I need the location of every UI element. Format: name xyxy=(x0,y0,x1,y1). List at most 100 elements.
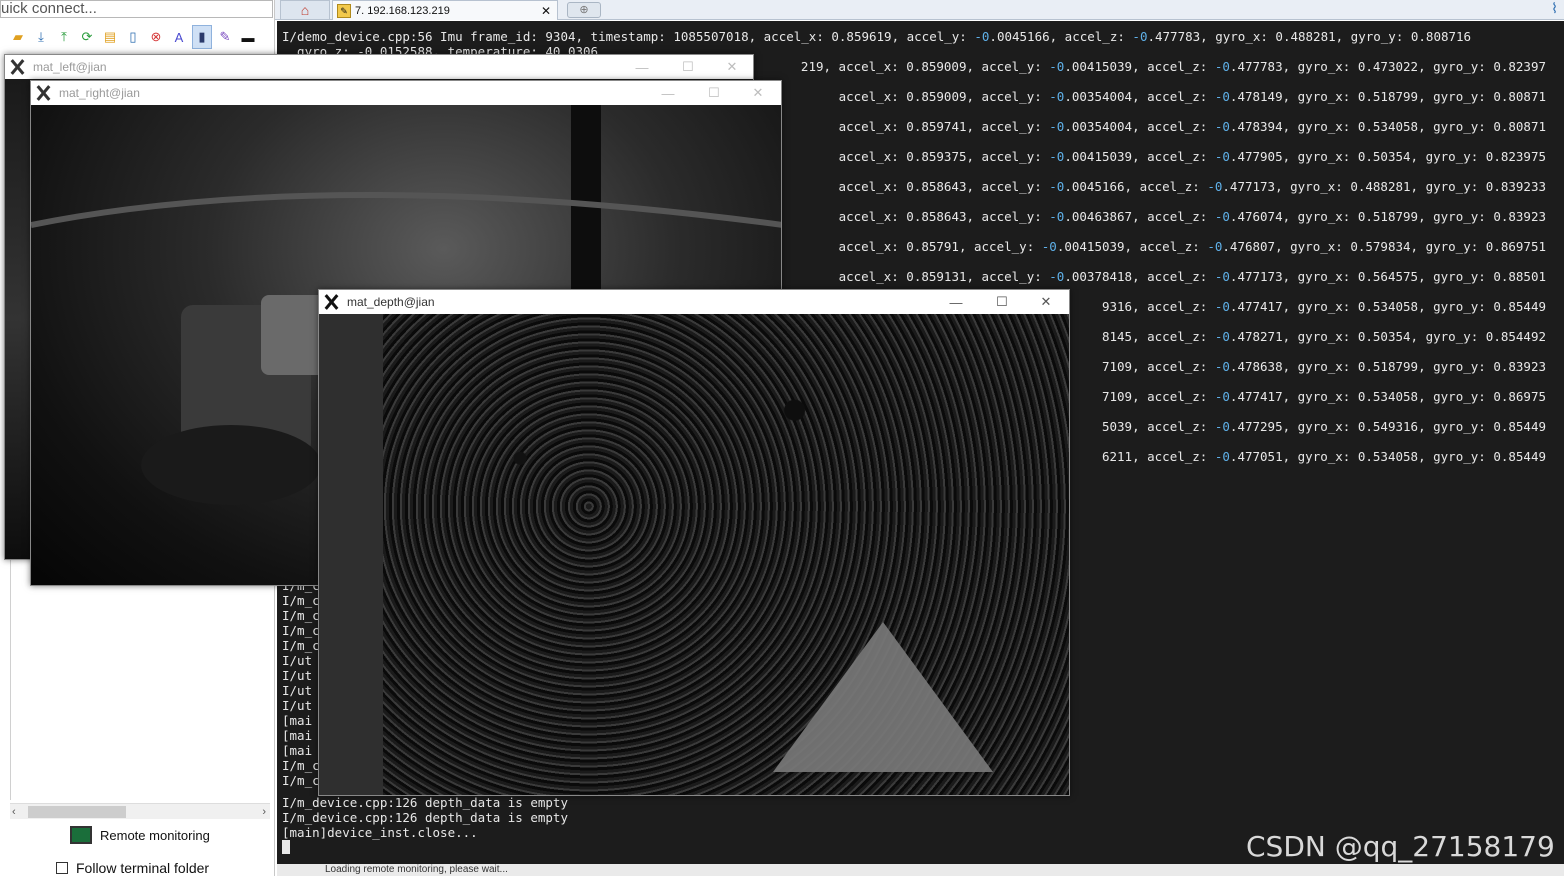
terminal-text: 219, accel_x: 0.859009, accel_y: xyxy=(800,59,1050,74)
terminal-text: I/ut xyxy=(282,668,313,683)
close-tab-icon[interactable]: ✕ xyxy=(541,4,551,18)
rename-icon[interactable]: A xyxy=(169,25,189,49)
remote-monitoring-label: Remote monitoring xyxy=(100,827,210,843)
terminal-text: accel_x: 0.85791, accel_y: xyxy=(838,239,1042,254)
quick-connect-input[interactable]: uick connect... xyxy=(0,0,273,18)
folder-icon[interactable]: ▰ xyxy=(8,25,28,49)
terminal-text: 9316, accel_z: xyxy=(1101,299,1215,314)
window-mat-depth[interactable]: mat_depth@jian — ☐ ✕ xyxy=(318,289,1070,796)
terminal-icon[interactable]: ▬ xyxy=(238,25,258,49)
terminal-text: I/ut xyxy=(282,698,313,713)
terminal-line: accel_x: 0.858643, accel_y: -0.00463867,… xyxy=(839,209,1546,224)
terminal-text: .00415039, accel_z: xyxy=(1064,59,1215,74)
minimize-button[interactable]: — xyxy=(933,290,979,314)
terminal-line: I/m_device.cpp:126 depth_data is empty xyxy=(282,810,568,825)
refresh-icon[interactable]: ⟳ xyxy=(77,25,97,49)
window-titlebar[interactable]: mat_left@jian — ☐ ✕ xyxy=(5,55,753,79)
checkbox-box[interactable] xyxy=(56,862,68,874)
terminal-text: .477173, gyro_x: 0.488281, gyro_y: 0.839… xyxy=(1222,179,1546,194)
maximize-button[interactable]: ☐ xyxy=(979,290,1025,314)
terminal-text: .477173, gyro_x: 0.564575, gyro_y: 0.885… xyxy=(1229,269,1546,284)
scrollbar-thumb[interactable] xyxy=(28,806,126,818)
desktop: uick connect... ▰ ⤓ ⤒ ⟳ ▤ ▯ ⊗ A ▮ ✎ ▬ ‹ … xyxy=(0,0,1564,876)
terminal-line: [main]device_inst.close... xyxy=(282,825,478,840)
negative-value: -0 xyxy=(1214,299,1230,314)
terminal-text: [mai xyxy=(282,743,313,758)
remote-monitoring-button[interactable]: Remote monitoring xyxy=(70,826,210,844)
new-file-icon[interactable]: ▯ xyxy=(123,25,143,49)
terminal-text: .478638, gyro_x: 0.518799, gyro_y: 0.839… xyxy=(1229,359,1546,374)
negative-value: -0 xyxy=(1049,149,1065,164)
negative-value: -0 xyxy=(1049,59,1065,74)
terminal-text: [mai xyxy=(282,728,313,743)
terminal-line: 5039, accel_z: -0.477295, gyro_x: 0.5493… xyxy=(1102,419,1546,434)
terminal-text: 7109, accel_z: xyxy=(1101,359,1215,374)
terminal-line: I/m_c xyxy=(282,608,320,623)
terminal-text: [main]device_inst.close... xyxy=(282,825,478,840)
x-logo-icon xyxy=(9,59,25,75)
terminal-text: .477417, gyro_x: 0.534058, gyro_y: 0.869… xyxy=(1229,389,1546,404)
properties-icon[interactable]: ▮ xyxy=(192,25,212,49)
negative-value: -0 xyxy=(1214,269,1230,284)
negative-value: -0 xyxy=(1132,29,1148,44)
negative-value: -0 xyxy=(1214,209,1230,224)
terminal-line: accel_x: 0.858643, accel_y: -0.0045166, … xyxy=(839,179,1546,194)
delete-icon[interactable]: ⊗ xyxy=(146,25,166,49)
negative-value: -0 xyxy=(1214,329,1230,344)
terminal-text: .478394, gyro_x: 0.534058, gyro_y: 0.808… xyxy=(1229,119,1546,134)
home-tab[interactable]: ⌂ xyxy=(280,0,330,20)
terminal-line: I/m_c xyxy=(282,623,320,638)
terminal-text: 6211, accel_z: xyxy=(1101,449,1215,464)
terminal-line: accel_x: 0.85791, accel_y: -0.00415039, … xyxy=(839,239,1546,254)
terminal-line: accel_x: 0.859375, accel_y: -0.00415039,… xyxy=(839,149,1546,164)
terminal-text: 7109, accel_z: xyxy=(1101,389,1215,404)
sftp-toolbar: ▰ ⤓ ⤒ ⟳ ▤ ▯ ⊗ A ▮ ✎ ▬ xyxy=(8,25,258,51)
follow-terminal-folder-checkbox[interactable]: Follow terminal folder xyxy=(56,860,209,876)
scroll-left-icon[interactable]: ‹ xyxy=(12,804,16,820)
terminal-text: I/m_device.cpp:126 depth_data is empty xyxy=(282,810,568,825)
terminal-text: .478149, gyro_x: 0.518799, gyro_y: 0.808… xyxy=(1229,89,1546,104)
depth-left-border xyxy=(319,314,383,795)
status-bar: Loading remote monitoring, please wait..… xyxy=(277,864,1564,876)
attachment-icon[interactable]: ⌇ xyxy=(1551,0,1558,17)
close-button[interactable]: ✕ xyxy=(1023,290,1069,314)
terminal-text: .0045166, accel_z: xyxy=(989,29,1133,44)
maximize-button[interactable]: ☐ xyxy=(691,81,737,105)
terminal-text: .00354004, accel_z: xyxy=(1064,119,1215,134)
ssh-icon: ✎ xyxy=(337,3,351,18)
terminal-line: I/m_device.cpp:126 depth_data is empty xyxy=(282,795,568,810)
terminal-line: I/ut xyxy=(282,668,312,683)
new-folder-icon[interactable]: ▤ xyxy=(100,25,120,49)
close-button[interactable]: ✕ xyxy=(709,55,755,79)
terminal-text: .477905, gyro_x: 0.50354, gyro_y: 0.8239… xyxy=(1229,149,1546,164)
download-icon[interactable]: ⤓ xyxy=(31,25,51,49)
maximize-button[interactable]: ☐ xyxy=(665,55,711,79)
terminal-text: .00378418, accel_z: xyxy=(1064,269,1215,284)
horizontal-scrollbar[interactable]: ‹ › xyxy=(10,803,270,819)
negative-value: -0 xyxy=(1049,89,1065,104)
negative-value: -0 xyxy=(1214,389,1230,404)
minimize-button[interactable]: — xyxy=(619,55,665,79)
window-title: mat_depth@jian xyxy=(347,295,435,309)
scroll-right-icon[interactable]: › xyxy=(262,804,266,820)
new-tab-button[interactable]: ⊕ xyxy=(567,2,601,18)
terminal-text: .00415039, accel_z: xyxy=(1056,239,1208,254)
window-titlebar[interactable]: mat_depth@jian — ☐ ✕ xyxy=(319,290,1069,314)
tab-session[interactable]: ✎ 7. 192.168.123.219 ✕ xyxy=(332,0,558,20)
close-button[interactable]: ✕ xyxy=(735,81,781,105)
tab-label: 7. 192.168.123.219 xyxy=(355,4,450,17)
negative-value: -0 xyxy=(1049,119,1065,134)
minimize-button[interactable]: — xyxy=(645,81,691,105)
terminal-text: accel_x: 0.858643, accel_y: xyxy=(838,179,1050,194)
terminal-text: .0045166, accel_z: xyxy=(1064,179,1208,194)
terminal-text: I/m_c xyxy=(282,593,320,608)
terminal-text: I/m_c xyxy=(282,638,320,653)
upload-icon[interactable]: ⤒ xyxy=(54,25,74,49)
watermark: CSDN @qq_27158179 xyxy=(1246,830,1555,863)
negative-value: -0 xyxy=(1041,239,1057,254)
negative-value: -0 xyxy=(1049,269,1065,284)
terminal-line: 7109, accel_z: -0.477417, gyro_x: 0.5340… xyxy=(1102,389,1546,404)
window-titlebar[interactable]: mat_right@jian — ☐ ✕ xyxy=(31,81,781,105)
edit-icon[interactable]: ✎ xyxy=(215,25,235,49)
negative-value: -0 xyxy=(1214,359,1230,374)
